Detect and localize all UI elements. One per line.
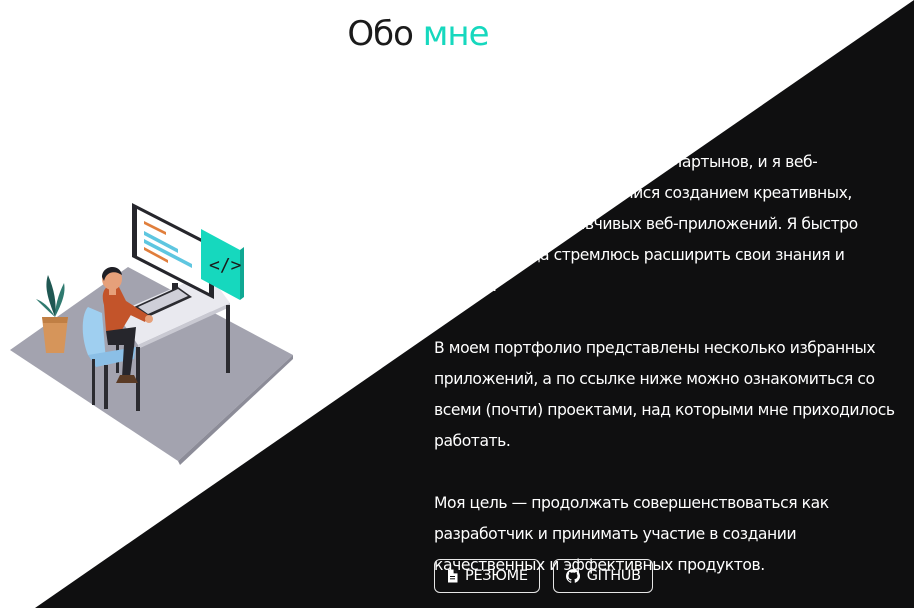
svg-text:</>: </> [209,255,242,276]
resume-button[interactable]: РЕЗЮМЕ [434,559,540,593]
developer-illustration: </> [10,203,293,465]
about-description: Привет! Меня зовут Дмитрий Мартынов, и я… [434,147,904,608]
title-accent: мне [422,14,490,54]
section-title: Обо мне [0,14,836,54]
about-paragraph-intro: Привет! Меня зовут Дмитрий Мартынов, и я… [434,153,858,295]
about-paragraph-portfolio: В моем портфолио представлены несколько … [434,339,895,450]
about-buttons: РЕЗЮМЕ GITHUB [434,559,653,593]
document-icon [447,569,458,583]
about-section: Обо мне </> Привет! Меня зовут Дмитрий М… [0,0,914,608]
github-icon [565,569,580,583]
github-button-label: GITHUB [586,568,641,584]
resume-button-label: РЕЗЮМЕ [465,568,528,584]
title-main: Обо [347,14,414,54]
github-button[interactable]: GITHUB [552,559,653,593]
